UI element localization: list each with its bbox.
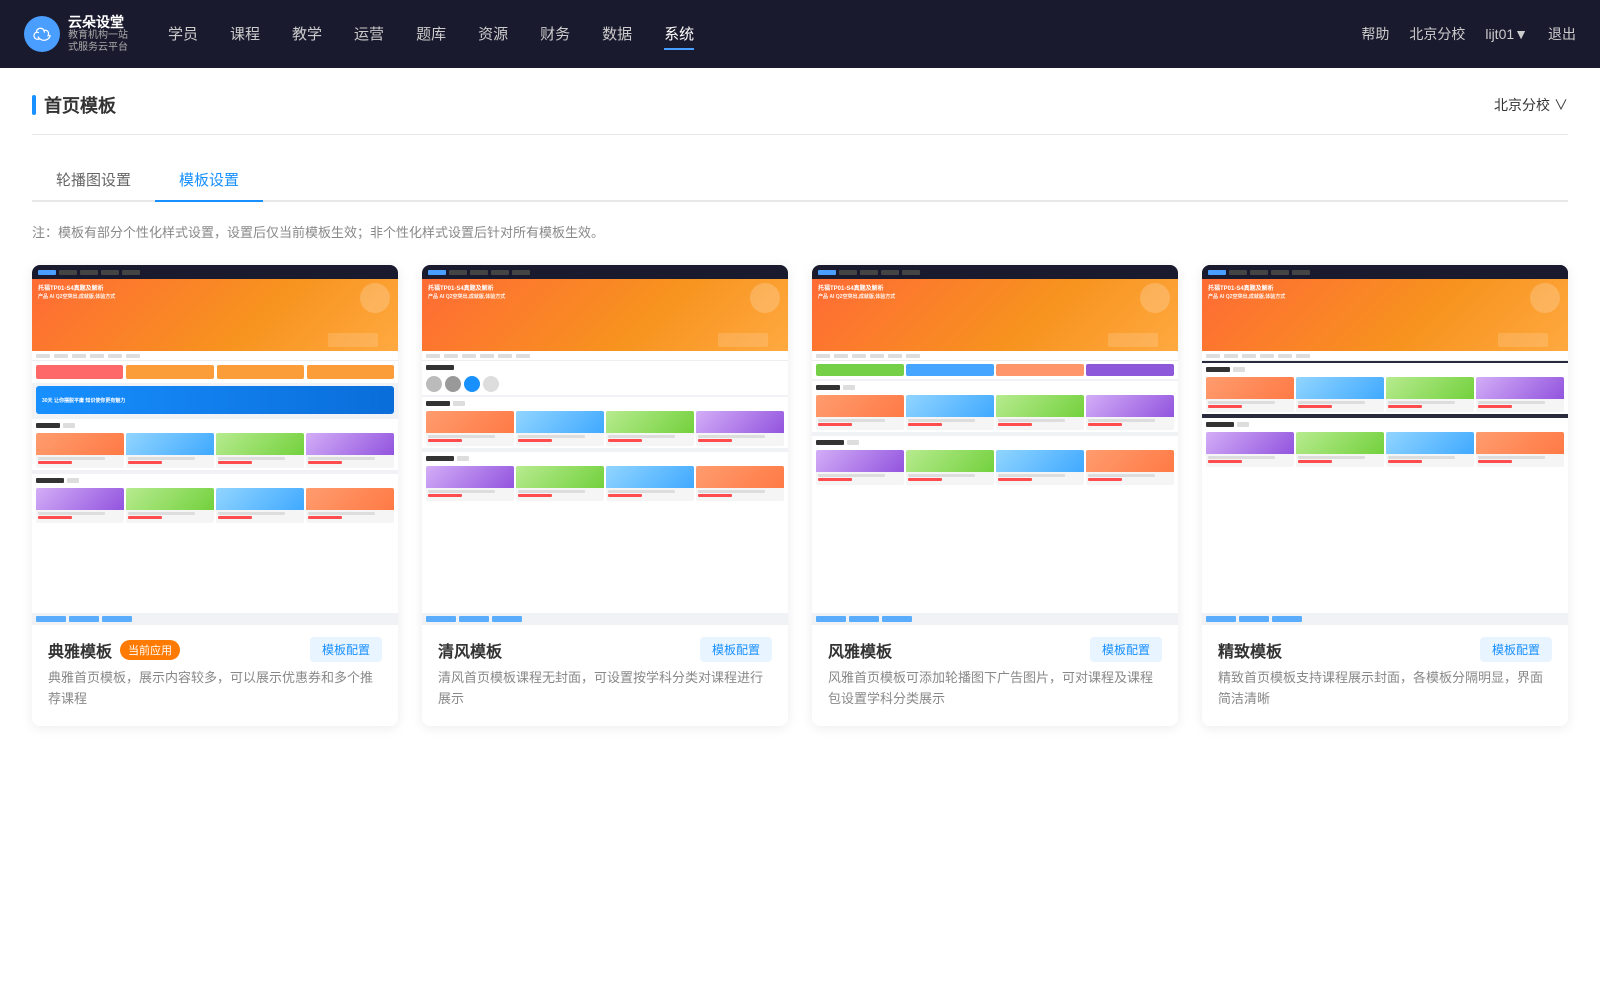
- main-content: 首页模板 北京分校 ∨ 轮播图设置模板设置 注：模板有部分个性化样式设置，设置后…: [0, 68, 1600, 990]
- navbar: ☁ 云朵设堂 教育机构一站 式服务云平台 学员课程教学运营题库资源财务数据系统 …: [0, 0, 1600, 68]
- note-text: 注：模板有部分个性化样式设置，设置后仅当前模板生效；非个性化样式设置后针对所有模…: [32, 222, 1568, 241]
- template-card-template-fresh[interactable]: 托福TP01-S4真题及解析产品 AI Q2空突出,成就版,体验方式预览模板应用…: [422, 265, 788, 726]
- template-config-button[interactable]: 模板配置: [1090, 637, 1162, 662]
- current-badge: 当前应用: [120, 640, 180, 660]
- help-link[interactable]: 帮助: [1361, 24, 1389, 44]
- template-thumbnail: 托福TP01-S4真题及解析产品 AI Q2空突出,成就版,体验方式预览模板应用…: [422, 265, 788, 625]
- page-title: 首页模板: [44, 92, 116, 118]
- page-header: 首页模板 北京分校 ∨: [32, 68, 1568, 135]
- main-nav: 学员 课程 教学 运营 题库 资源 财务 数据 系统: [168, 19, 1361, 50]
- logo-title: 云朵设堂: [68, 14, 128, 31]
- logo-text: 云朵设堂 教育机构一站 式服务云平台: [68, 14, 128, 55]
- template-card-template-elegant2[interactable]: 托福TP01-S4真题及解析产品 AI Q2空突出,成就版,体验方式预览模板应用…: [812, 265, 1178, 726]
- template-footer: 清风模板 模板配置清风首页模板课程无封面，可设置按学科分类对课程进行展示: [422, 625, 788, 726]
- tab-模板设置[interactable]: 模板设置: [155, 159, 263, 202]
- navbar-right: 帮助 北京分校 lijt01▼ 退出: [1361, 24, 1576, 44]
- template-description: 清风首页模板课程无封面，可设置按学科分类对课程进行展示: [438, 668, 772, 710]
- title-bar-accent: [32, 95, 36, 115]
- template-name-label: 风雅模板: [828, 638, 892, 662]
- user-menu[interactable]: lijt01▼: [1485, 26, 1528, 42]
- templates-grid: 托福TP01-S4真题及解析产品 AI Q2空突出,成就版,体验方式30天 让你…: [32, 265, 1568, 726]
- template-description: 风雅首页模板可添加轮播图下广告图片，可对课程及课程包设置学科分类展示: [828, 668, 1162, 710]
- template-name-row: 精致模板 模板配置: [1218, 637, 1552, 662]
- template-name-row: 风雅模板 模板配置: [828, 637, 1162, 662]
- chevron-down-icon: ∨: [1554, 95, 1568, 115]
- template-name-row: 典雅模板当前应用 模板配置: [48, 637, 382, 662]
- logo-sub1: 教育机构一站: [68, 30, 128, 42]
- logo-sub2: 式服务云平台: [68, 42, 128, 54]
- nav-item-系统[interactable]: 系统: [664, 19, 694, 50]
- tab-轮播图设置[interactable]: 轮播图设置: [32, 159, 155, 202]
- template-config-button[interactable]: 模板配置: [1480, 637, 1552, 662]
- nav-item-教学[interactable]: 教学: [292, 19, 322, 50]
- page-title-wrap: 首页模板: [32, 92, 116, 118]
- template-thumbnail: 托福TP01-S4真题及解析产品 AI Q2空突出,成就版,体验方式30天 让你…: [32, 265, 398, 625]
- logo-icon: ☁: [24, 16, 60, 52]
- template-card-template-elegant[interactable]: 托福TP01-S4真题及解析产品 AI Q2空突出,成就版,体验方式30天 让你…: [32, 265, 398, 726]
- template-config-button[interactable]: 模板配置: [700, 637, 772, 662]
- template-card-template-refined[interactable]: 托福TP01-S4真题及解析产品 AI Q2空突出,成就版,体验方式预览模板应用…: [1202, 265, 1568, 726]
- logo[interactable]: ☁ 云朵设堂 教育机构一站 式服务云平台: [24, 14, 128, 55]
- tabs-bar: 轮播图设置模板设置: [32, 159, 1568, 202]
- nav-item-资源[interactable]: 资源: [478, 19, 508, 50]
- nav-item-题库[interactable]: 题库: [416, 19, 446, 50]
- template-footer: 风雅模板 模板配置风雅首页模板可添加轮播图下广告图片，可对课程及课程包设置学科分类…: [812, 625, 1178, 726]
- branch-selector[interactable]: 北京分校 ∨: [1494, 95, 1568, 115]
- nav-item-财务[interactable]: 财务: [540, 19, 570, 50]
- template-thumbnail: 托福TP01-S4真题及解析产品 AI Q2空突出,成就版,体验方式预览模板应用…: [1202, 265, 1568, 625]
- nav-item-课程[interactable]: 课程: [230, 19, 260, 50]
- template-thumbnail: 托福TP01-S4真题及解析产品 AI Q2空突出,成就版,体验方式预览模板应用…: [812, 265, 1178, 625]
- template-description: 典雅首页模板，展示内容较多，可以展示优惠券和多个推荐课程: [48, 668, 382, 710]
- nav-item-学员[interactable]: 学员: [168, 19, 198, 50]
- logout-button[interactable]: 退出: [1548, 24, 1576, 44]
- template-config-button[interactable]: 模板配置: [310, 637, 382, 662]
- template-name-label: 典雅模板: [48, 638, 112, 662]
- template-footer: 典雅模板当前应用 模板配置典雅首页模板，展示内容较多，可以展示优惠券和多个推荐课程: [32, 625, 398, 726]
- template-description: 精致首页模板支持课程展示封面，各模板分隔明显，界面简洁清晰: [1218, 668, 1552, 710]
- branch-link[interactable]: 北京分校: [1409, 24, 1465, 44]
- nav-item-数据[interactable]: 数据: [602, 19, 632, 50]
- template-name-label: 清风模板: [438, 638, 502, 662]
- template-name-label: 精致模板: [1218, 638, 1282, 662]
- nav-item-运营[interactable]: 运营: [354, 19, 384, 50]
- template-footer: 精致模板 模板配置精致首页模板支持课程展示封面，各模板分隔明显，界面简洁清晰: [1202, 625, 1568, 726]
- template-name-row: 清风模板 模板配置: [438, 637, 772, 662]
